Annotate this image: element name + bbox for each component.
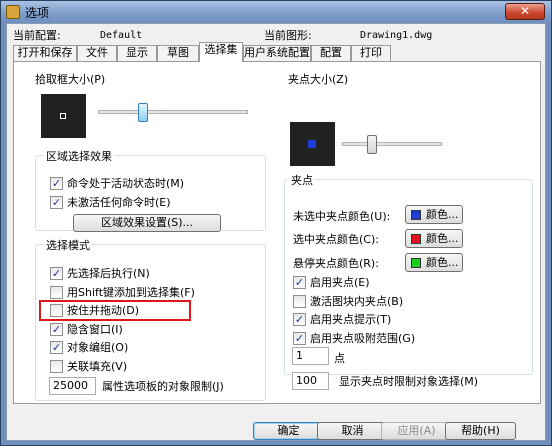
title-bar[interactable]: 选项 ✕ (1, 1, 551, 23)
no-command-label: 未激活任何命令时(E) (67, 196, 171, 209)
object-grouping-checkbox[interactable]: ✓ (50, 341, 63, 354)
tab-selection[interactable]: 选择集 (199, 42, 243, 62)
grip-size-preview (290, 122, 335, 166)
noun-verb-checkbox[interactable]: ✓ (50, 267, 63, 280)
hover-grip-color-button[interactable]: 颜色... (405, 253, 463, 272)
no-command-checkbox[interactable]: ✓ (50, 196, 63, 209)
checkmark-icon: ✓ (51, 196, 62, 209)
selection-mode-title: 选择模式 (44, 237, 92, 253)
selected-grip-color-label: 选中夹点颜色(C): (293, 233, 379, 246)
close-button[interactable]: ✕ (505, 3, 545, 20)
grip-snap-unit: 点 (334, 352, 345, 365)
implied-windowing-label: 隐含窗口(I) (67, 323, 123, 336)
checkmark-icon: ✓ (294, 332, 305, 345)
options-dialog: 选项 ✕ 当前配置: Default 当前图形: Drawing1.dwg 打开… (0, 0, 552, 446)
tab-open-save[interactable]: 打开和保存 (13, 45, 77, 61)
checkmark-icon: ✓ (51, 267, 62, 280)
grip-object-limit-input[interactable]: 100 (292, 372, 329, 390)
selected-grip-color-button[interactable]: 颜色... (405, 229, 463, 248)
tab-profiles[interactable]: 配置 (311, 45, 351, 61)
tab-files[interactable]: 文件 (77, 45, 117, 61)
grip-object-limit-label: 显示夹点时限制对象选择(M) (339, 375, 479, 388)
hover-grip-color-label: 悬停夹点颜色(R): (293, 257, 379, 270)
grip-snap-range-checkbox[interactable]: ✓ (293, 332, 306, 345)
tab-user-preferences[interactable]: 用户系统配置 (243, 45, 311, 61)
color-button-label: 颜色... (426, 208, 459, 221)
color-button-label: 颜色... (426, 232, 459, 245)
properties-limit-input[interactable]: 25000 (49, 377, 96, 395)
grip-size-slider-track[interactable] (342, 142, 442, 146)
enable-grips-label: 启用夹点(E) (310, 276, 370, 289)
current-config-label: 当前配置: (13, 29, 61, 42)
object-grouping-label: 对象编组(O) (67, 341, 129, 354)
tab-plot[interactable]: 打印 (351, 45, 391, 61)
checkmark-icon: ✓ (51, 323, 62, 336)
active-command-checkbox[interactable]: ✓ (50, 177, 63, 190)
tab-drafting[interactable]: 草图 (157, 45, 199, 61)
highlight-annotation (39, 300, 191, 321)
selected-grip-swatch (411, 234, 421, 244)
help-button[interactable]: 帮助(H) (445, 422, 516, 440)
grip-marker-icon (308, 140, 316, 148)
unselected-grip-color-button[interactable]: 颜色... (405, 205, 463, 224)
associative-hatch-checkbox[interactable] (50, 360, 63, 373)
checkmark-icon: ✓ (294, 313, 305, 326)
ok-button[interactable]: 确定 (253, 422, 324, 440)
grip-tips-label: 启用夹点提示(T) (310, 313, 392, 326)
current-drawing-label: 当前图形: (264, 29, 312, 42)
checkmark-icon: ✓ (51, 177, 62, 190)
checkmark-icon: ✓ (51, 341, 62, 354)
enable-grips-checkbox[interactable]: ✓ (293, 276, 306, 289)
grip-snap-value-input[interactable]: 1 (292, 347, 329, 365)
grips-title: 夹点 (289, 172, 315, 188)
shift-to-add-checkbox[interactable] (50, 286, 63, 299)
app-icon (6, 5, 20, 19)
grip-tips-checkbox[interactable]: ✓ (293, 313, 306, 326)
pickbox-size-title: 拾取框大小(P) (35, 73, 106, 86)
pickbox-slider-track[interactable] (98, 110, 248, 114)
pickbox-marker-icon (60, 113, 66, 119)
grip-snap-range-label: 启用夹点吸附范围(G) (310, 332, 416, 345)
active-command-label: 命令处于活动状态时(M) (67, 177, 185, 190)
pickbox-slider-thumb[interactable] (138, 103, 148, 122)
grips-within-blocks-checkbox[interactable] (293, 295, 306, 308)
grip-size-title: 夹点大小(Z) (288, 73, 349, 86)
window-title: 选项 (25, 6, 50, 20)
current-config-value: Default (100, 30, 143, 41)
current-drawing-value: Drawing1.dwg (360, 30, 433, 41)
properties-limit-label: 属性选项板的对象限制(J) (102, 380, 224, 393)
apply-button[interactable]: 应用(A) (381, 422, 452, 440)
region-effect-title: 区域选择效果 (44, 148, 114, 164)
grip-size-slider-thumb[interactable] (367, 135, 377, 154)
tab-display[interactable]: 显示 (117, 45, 157, 61)
noun-verb-label: 先选择后执行(N) (67, 267, 150, 280)
unselected-grip-swatch (411, 210, 421, 220)
color-button-label: 颜色... (426, 256, 459, 269)
grips-within-blocks-label: 激活图块内夹点(B) (310, 295, 404, 308)
pickbox-preview (41, 94, 86, 138)
selection-tab-panel: 拾取框大小(P) 夹点大小(Z) 区域选择效果 ✓ 命令处于活动状态时(M) ✓… (13, 61, 541, 404)
region-effect-settings-button[interactable]: 区域效果设置(S)... (73, 214, 221, 232)
cancel-button[interactable]: 取消 (317, 422, 388, 440)
implied-windowing-checkbox[interactable]: ✓ (50, 323, 63, 336)
dialog-client-area: 当前配置: Default 当前图形: Drawing1.dwg 打开和保存 文… (6, 23, 546, 441)
checkmark-icon: ✓ (294, 276, 305, 289)
shift-to-add-label: 用Shift键添加到选择集(F) (67, 286, 195, 299)
hover-grip-swatch (411, 258, 421, 268)
associative-hatch-label: 关联填充(V) (67, 360, 128, 373)
unselected-grip-color-label: 未选中夹点颜色(U): (293, 210, 391, 223)
